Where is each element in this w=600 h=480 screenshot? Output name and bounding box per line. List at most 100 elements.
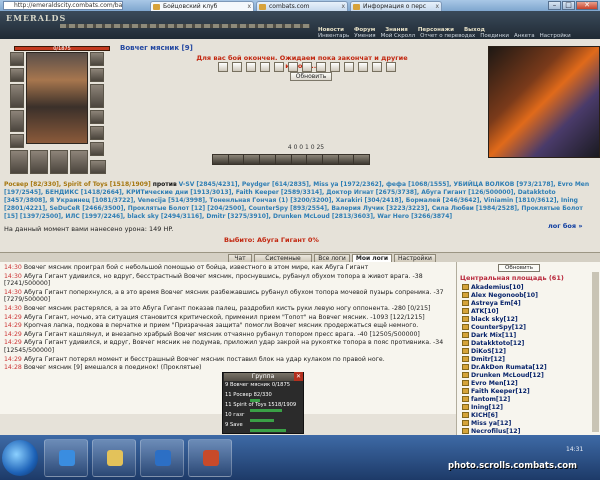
chat-time: 14:30 bbox=[4, 264, 22, 271]
shield-slot-icon[interactable] bbox=[90, 84, 104, 108]
window-close-button[interactable]: ✕ bbox=[576, 1, 598, 10]
scroll-icon[interactable] bbox=[386, 62, 396, 72]
scroll-icon[interactable] bbox=[372, 62, 382, 72]
action-icon[interactable] bbox=[260, 155, 275, 164]
fight-log-link[interactable]: лог боя » bbox=[548, 222, 583, 230]
close-icon[interactable]: x bbox=[341, 2, 345, 11]
browser-tab-label: combats.com bbox=[269, 3, 310, 10]
chat-text: Вовчег мясник растерялся, а за это Абуга… bbox=[23, 304, 431, 312]
scroll-icon[interactable] bbox=[358, 62, 368, 72]
versus-label: против bbox=[152, 181, 177, 188]
action-icon[interactable] bbox=[322, 155, 338, 164]
browser-icon bbox=[59, 450, 75, 466]
player-name: fantom[12] bbox=[471, 396, 511, 403]
gloves-slot-icon[interactable] bbox=[90, 110, 104, 124]
hero-name[interactable]: Вовчег мясник [9] bbox=[120, 44, 193, 52]
belt-slot-icon[interactable] bbox=[10, 134, 24, 148]
browser-tab-1[interactable]: Бойцовский клуб x bbox=[150, 1, 254, 11]
address-bar[interactable]: http://emeraldscity.combats.com/battle.p… bbox=[3, 1, 123, 10]
clan-icon bbox=[462, 348, 469, 354]
clan-icon bbox=[462, 316, 469, 322]
clan-icon bbox=[462, 324, 469, 330]
magic-icon[interactable] bbox=[246, 62, 256, 72]
taskbar-game[interactable] bbox=[188, 439, 232, 477]
club-favicon-icon bbox=[153, 4, 160, 10]
ring-slot-icon[interactable] bbox=[90, 126, 104, 140]
clan-icon bbox=[462, 284, 469, 290]
maximize-button[interactable]: □ bbox=[562, 1, 575, 10]
member-name: 11 Spirit of Toys bbox=[225, 402, 267, 408]
minimize-button[interactable]: – bbox=[548, 1, 561, 10]
helmet-slot-icon[interactable] bbox=[10, 52, 24, 66]
necklace-slot-icon[interactable] bbox=[10, 68, 24, 82]
chat-text: Вовчег мясник проиграл бой с небольшой п… bbox=[23, 264, 369, 271]
refresh-button[interactable]: Обновить bbox=[290, 72, 332, 81]
chat-time: 14:30 bbox=[4, 272, 22, 280]
chat-line: 14:29 Абуга Гигант потерял момент и бесст… bbox=[4, 356, 452, 364]
boots-slot-icon[interactable] bbox=[90, 142, 104, 156]
taskbar-media[interactable] bbox=[140, 439, 184, 477]
earring-slot-icon[interactable] bbox=[90, 52, 104, 66]
chat-text: Абуга Гигант удивился, но вдруг, бесстра… bbox=[4, 272, 423, 288]
member-hp: 82/330 bbox=[253, 392, 272, 398]
browser-tab-3[interactable]: Информация о перс x bbox=[350, 1, 442, 11]
action-icon[interactable] bbox=[291, 155, 307, 164]
start-button[interactable] bbox=[2, 440, 38, 476]
group-member[interactable]: 9 Вовчег мясник 0/1875 bbox=[225, 382, 301, 392]
fight-counters: 4 0 0 1 0 25 bbox=[287, 144, 325, 151]
game-logo: EMERALDS bbox=[6, 13, 67, 23]
browser-tab-2[interactable]: combats.com x bbox=[256, 1, 348, 11]
member-hp-bar bbox=[250, 419, 274, 422]
close-icon[interactable]: x bbox=[435, 2, 439, 11]
spell-slot-icon[interactable] bbox=[90, 160, 106, 174]
clan-icon bbox=[462, 300, 469, 306]
browser-tab-label: Бойцовский клуб bbox=[163, 3, 218, 10]
player-name: CounterSpy[12] bbox=[471, 324, 526, 331]
folder-icon bbox=[107, 450, 123, 466]
defense-icon[interactable] bbox=[232, 62, 242, 72]
location-refresh-button[interactable]: Обновить bbox=[498, 264, 540, 272]
scroll-icon[interactable] bbox=[330, 62, 340, 72]
spell-slot-icon[interactable] bbox=[50, 150, 68, 174]
close-icon[interactable]: x bbox=[247, 2, 251, 11]
team-a[interactable]: Росвер [82/330], Spirit of Toys [1518/19… bbox=[4, 181, 151, 188]
spell-slot-icon[interactable] bbox=[70, 150, 88, 174]
player-name: Dark Mix[11] bbox=[471, 332, 517, 339]
scroll-icon[interactable] bbox=[302, 62, 312, 72]
attack-icon[interactable] bbox=[218, 62, 228, 72]
spell-slot-icon[interactable] bbox=[30, 150, 48, 174]
action-icon[interactable] bbox=[228, 155, 244, 164]
chat-time: 14:30 bbox=[4, 304, 22, 312]
taskbar-ie[interactable] bbox=[44, 439, 88, 477]
clan-icon bbox=[462, 364, 469, 370]
scroll-icon[interactable] bbox=[344, 62, 354, 72]
spell-slot-icon[interactable] bbox=[10, 150, 28, 174]
scroll-icon[interactable] bbox=[316, 62, 326, 72]
info-favicon-icon bbox=[353, 4, 360, 10]
taskbar-explorer[interactable] bbox=[92, 439, 136, 477]
scroll-icon[interactable] bbox=[288, 62, 298, 72]
player-name: Necrofilus[12] bbox=[471, 428, 521, 435]
action-icon[interactable] bbox=[244, 155, 260, 164]
action-icon[interactable] bbox=[354, 155, 370, 164]
scroll-icon[interactable] bbox=[274, 62, 284, 72]
action-icon[interactable] bbox=[307, 155, 322, 164]
killed-summary: Выбито: Абуга Гигант 0% bbox=[224, 236, 319, 244]
action-icon[interactable] bbox=[338, 155, 354, 164]
action-icon[interactable] bbox=[275, 155, 291, 164]
location-title: Центральная площадь (61) bbox=[460, 274, 564, 282]
group-member[interactable]: 11 Росвер 82/330 bbox=[225, 392, 301, 402]
member-hp: 0/1875 bbox=[271, 382, 291, 388]
site-favicon-icon bbox=[259, 4, 266, 10]
player-name: Dmitr[12] bbox=[471, 356, 505, 363]
armor-slot-icon[interactable] bbox=[10, 110, 24, 132]
player-name: DiKoS[12] bbox=[471, 348, 506, 355]
group-close-button[interactable]: ✕ bbox=[294, 372, 303, 381]
scroll-icon[interactable] bbox=[260, 62, 270, 72]
member-name: 11 Росвер bbox=[225, 392, 252, 398]
action-icon[interactable] bbox=[213, 155, 228, 164]
weapon-slot-icon[interactable] bbox=[10, 84, 24, 108]
bracer-slot-icon[interactable] bbox=[90, 68, 104, 82]
taskbar-clock[interactable]: 14:31 bbox=[566, 446, 583, 453]
side-scrollbar[interactable] bbox=[592, 272, 599, 432]
